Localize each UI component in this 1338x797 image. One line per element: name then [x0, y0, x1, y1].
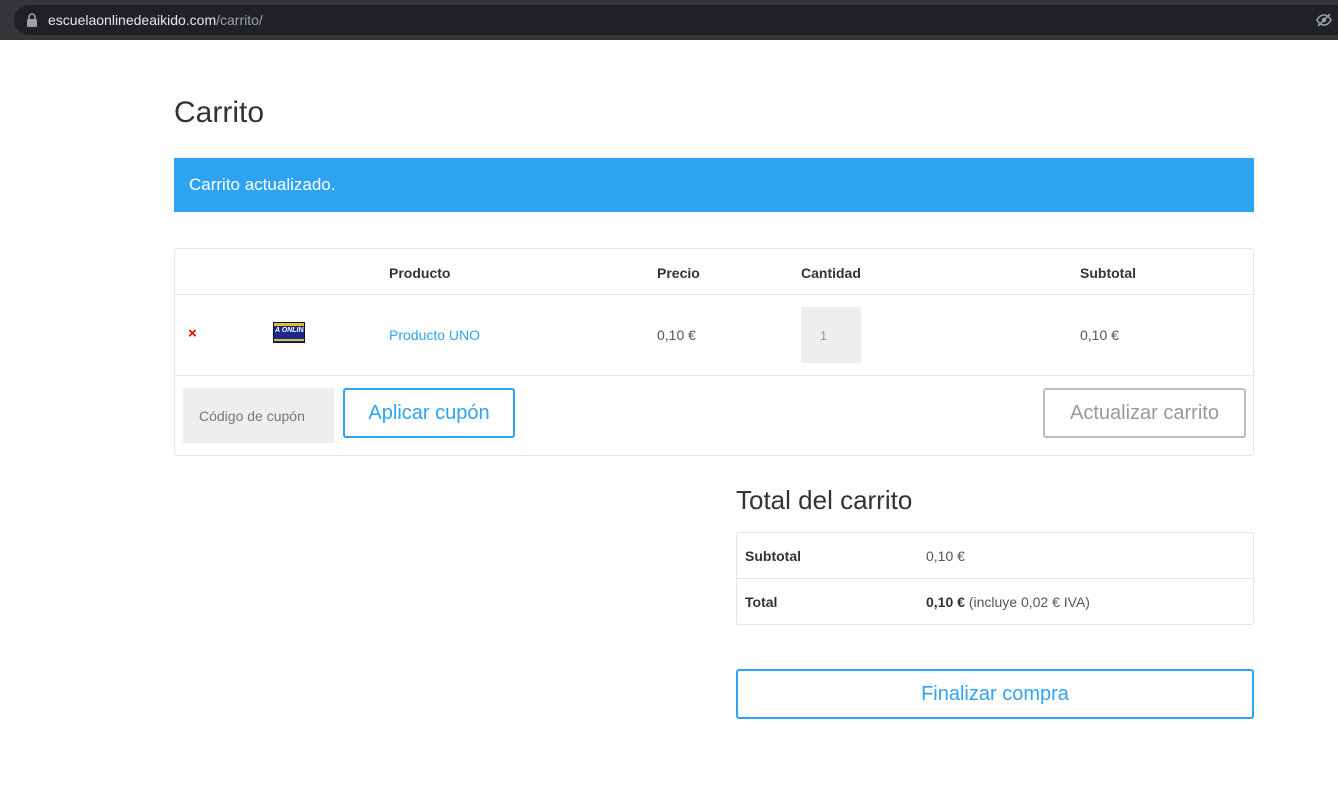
url-domain: escuelaonlinedeaikido.com	[48, 12, 217, 28]
header-divider	[175, 294, 1253, 295]
apply-coupon-button[interactable]: Aplicar cupón	[343, 388, 515, 438]
url-path: /carrito/	[216, 12, 263, 28]
cart-totals-table: Subtotal 0,10 € Total 0,10 € (incluye 0,…	[736, 532, 1254, 625]
total-value: 0,10 €	[926, 594, 965, 610]
cart-updated-notice: Carrito actualizado.	[174, 158, 1254, 212]
header-price: Precio	[657, 265, 700, 281]
totals-divider	[737, 578, 1253, 579]
quantity-input[interactable]	[801, 307, 861, 363]
remove-item-icon[interactable]: ×	[188, 325, 197, 343]
coupon-code-input[interactable]	[183, 388, 334, 443]
row-divider	[175, 375, 1253, 376]
address-bar[interactable]: escuelaonlinedeaikido.com/carrito/	[14, 5, 1338, 35]
total-label: Total	[745, 594, 778, 610]
update-cart-button[interactable]: Actualizar carrito	[1043, 388, 1246, 438]
product-price: 0,10 €	[657, 327, 696, 343]
total-tax-note: (incluye 0,02 € IVA)	[968, 594, 1090, 610]
header-product: Producto	[389, 265, 451, 281]
cart-totals-title: Total del carrito	[736, 485, 913, 515]
product-name-link[interactable]: Producto UNO	[389, 325, 480, 345]
header-quantity: Cantidad	[801, 265, 861, 281]
thumbnail-text: A ONLINE DE	[275, 327, 304, 334]
header-subtotal: Subtotal	[1080, 265, 1136, 281]
checkout-button[interactable]: Finalizar compra	[736, 669, 1254, 719]
product-thumbnail[interactable]: A ONLINE DE	[273, 322, 305, 343]
product-subtotal: 0,10 €	[1080, 327, 1119, 343]
page-title: Carrito	[174, 96, 265, 129]
thumbnail-stripe	[274, 339, 304, 341]
subtotal-value: 0,10 €	[926, 548, 965, 564]
eye-off-icon[interactable]	[1316, 12, 1332, 28]
lock-icon	[27, 13, 37, 27]
total-value-wrap: 0,10 € (incluye 0,02 € IVA)	[926, 592, 1090, 612]
cart-table: Producto Precio Cantidad Subtotal × A ON…	[174, 248, 1254, 456]
browser-toolbar: escuelaonlinedeaikido.com/carrito/	[0, 0, 1338, 40]
url-text: escuelaonlinedeaikido.com/carrito/	[48, 11, 263, 29]
subtotal-label: Subtotal	[745, 548, 801, 564]
